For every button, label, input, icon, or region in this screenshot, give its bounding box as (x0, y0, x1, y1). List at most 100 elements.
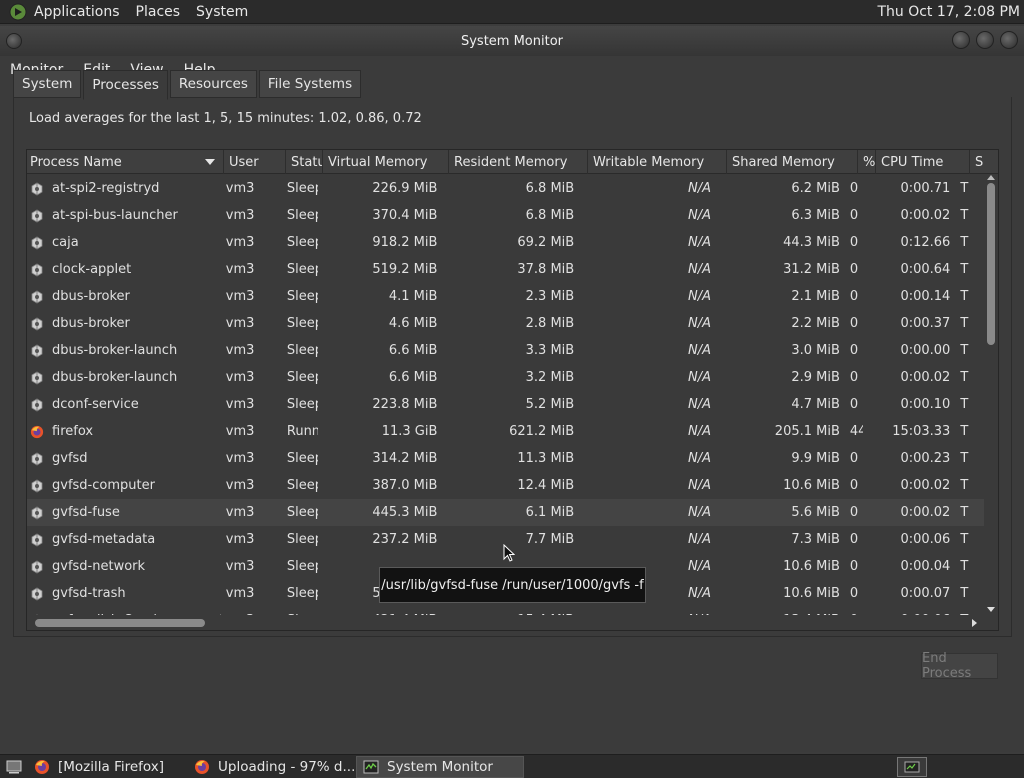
cell-started: T (960, 370, 969, 385)
tab-resources[interactable]: Resources (169, 70, 257, 98)
cell-shared-memory: 31.2 MiB (783, 262, 840, 277)
scroll-right-arrow-icon[interactable] (972, 619, 977, 627)
cell-virtual-memory: 445.3 MiB (372, 505, 438, 520)
table-row[interactable]: firefox vm3 Running 11.3 GiB 621.2 MiB N/A 205… (27, 418, 985, 445)
mate-logo-icon[interactable] (8, 2, 28, 22)
tab-processes[interactable]: Processes (83, 70, 168, 100)
cell-user: vm3 (225, 424, 255, 439)
cell-cpu-percent: 0 (849, 451, 859, 466)
table-row[interactable]: gvfsd-fuse vm3 Sleeping 445.3 MiB 6.1 MiB N/A… (27, 499, 985, 526)
process-gear-icon (31, 182, 43, 195)
cell-process-name: gvfsd-trash (27, 580, 221, 607)
cell-started: T (960, 532, 969, 547)
column-writable-memory[interactable]: Writable Memory (588, 150, 727, 174)
end-process-button[interactable]: End Process (921, 651, 998, 681)
clock[interactable]: Thu Oct 17, 2:08 PM (877, 4, 1020, 20)
minimize-button[interactable] (952, 31, 970, 49)
load-averages: Load averages for the last 1, 5, 15 minu… (29, 111, 422, 126)
vertical-scroll-thumb[interactable] (987, 183, 995, 345)
table-row[interactable]: dbus-broker-launch vm3 Sleeping 6.6 MiB 3.2 … (27, 364, 985, 391)
places-menu[interactable]: Places (136, 4, 181, 20)
table-row[interactable]: dconf-service vm3 Sleeping 223.8 MiB 5.2 MiB… (27, 391, 985, 418)
column-cpu-time[interactable]: CPU Time (876, 150, 970, 174)
taskbar-system-monitor[interactable]: System Monitor (356, 755, 524, 778)
cell-cpu-time: 0:00.10 (900, 397, 951, 412)
process-gear-icon (35, 614, 39, 615)
table-row[interactable]: dbus-broker vm3 Sleeping 4.6 MiB 2.8 MiB N/A 2… (27, 310, 985, 337)
cell-cpu-time: 0:00.02 (900, 505, 951, 520)
table-row[interactable]: dbus-broker-launch vm3 Sleeping 6.6 MiB 3.3 … (27, 337, 985, 364)
cell-writable-memory: N/A (687, 235, 711, 250)
column-status[interactable]: Status (286, 150, 323, 174)
cell-process-name: at-spi2-registryd (27, 175, 221, 202)
cell-resident-memory: 621.2 MiB (509, 424, 575, 439)
table-row[interactable]: gvfs-udisks2-volume-monitorvm3Sleeping42… (27, 607, 985, 615)
cell-started: T (960, 316, 969, 331)
cell-virtual-memory: 237.2 MiB (372, 532, 438, 547)
applications-menu[interactable]: Applications (34, 4, 120, 20)
table-row[interactable]: at-spi2-registryd vm3 Sleeping 226.9 MiB 6.8… (27, 175, 985, 202)
scroll-up-arrow-icon[interactable] (987, 175, 995, 180)
cell-status: Sleeping (286, 289, 319, 304)
cell-started: T (960, 451, 969, 466)
table-row[interactable]: gvfsd vm3 Sleeping 314.2 MiB 11.3 MiB N/A 9.9 … (27, 445, 985, 472)
taskbar-uploading[interactable]: Uploading - 97% d... (188, 756, 356, 778)
cell-status: Sleeping (286, 478, 319, 493)
cell-started: T (960, 559, 969, 574)
cell-cpu-percent: 0 (849, 262, 859, 277)
cell-process-name: gvfsd-fuse (27, 499, 221, 526)
show-desktop-button[interactable] (0, 756, 28, 778)
cell-cpu-percent: 0 (849, 208, 859, 223)
cell-shared-memory: 6.2 MiB (791, 181, 840, 196)
cell-writable-memory: N/A (687, 451, 711, 466)
cell-cpu-time: 0:00.06 (863, 607, 956, 615)
workspace-switcher[interactable] (897, 757, 927, 777)
tab-file-systems[interactable]: File Systems (258, 70, 362, 98)
column-user[interactable]: User (224, 150, 286, 174)
cell-resident-memory: 11.3 MiB (517, 451, 575, 466)
process-gear-icon (31, 533, 43, 546)
process-gear-icon (31, 290, 43, 303)
system-menu[interactable]: System (196, 4, 248, 20)
table-row[interactable]: clock-applet vm3 Sleeping 519.2 MiB 37.8 MiB… (27, 256, 985, 283)
table-row[interactable]: dbus-broker vm3 Sleeping 4.1 MiB 2.3 MiB N/A 2… (27, 283, 985, 310)
top-panel: Applications Places System Thu Oct 17, 2… (0, 0, 1024, 24)
cell-status: Sleeping (286, 208, 319, 223)
horizontal-scroll-thumb[interactable] (35, 619, 205, 627)
cell-virtual-memory: 11.3 GiB (381, 424, 438, 439)
table-row[interactable]: at-spi-bus-launcher vm3 Sleeping 370.4 MiB 6… (27, 202, 985, 229)
scroll-down-arrow-icon[interactable] (987, 607, 995, 612)
cell-resident-memory: 6.8 MiB (525, 208, 575, 223)
close-button[interactable] (1000, 31, 1018, 49)
table-row[interactable]: caja vm3 Sleeping 918.2 MiB 69.2 MiB N/A 44.3 … (27, 229, 985, 256)
titlebar[interactable]: System Monitor (0, 26, 1024, 56)
show-desktop-icon (6, 760, 22, 773)
cell-user: vm3 (225, 262, 255, 277)
column-resident-memory[interactable]: Resident Memory (449, 150, 588, 174)
horizontal-scrollbar[interactable] (27, 616, 985, 630)
window-menu-button[interactable] (6, 33, 22, 49)
cell-writable-memory: N/A (687, 370, 711, 385)
taskbar-firefox[interactable]: [Mozilla Firefox] (28, 756, 188, 778)
cell-cpu-time: 0:00.02 (900, 478, 951, 493)
column-virtual-memory[interactable]: Virtual Memory (323, 150, 449, 174)
tab-system[interactable]: System (13, 70, 82, 98)
column-shared-memory[interactable]: Shared Memory (727, 150, 858, 174)
column-started[interactable]: S (970, 150, 998, 174)
cell-cpu-time: 0:00.00 (900, 343, 951, 358)
cell-cpu-time: 0:12.66 (900, 235, 951, 250)
cell-cpu-percent: 0 (849, 289, 859, 304)
column-cpu-percent[interactable]: % (858, 150, 876, 174)
cell-cpu-percent: 0 (849, 397, 859, 412)
table-row[interactable]: gvfsd-computer vm3 Sleeping 387.0 MiB 12.4 M… (27, 472, 985, 499)
cell-resident-memory: 69.2 MiB (517, 235, 575, 250)
firefox-icon (195, 759, 209, 774)
cell-process-name: at-spi-bus-launcher (27, 202, 221, 229)
cell-writable-memory: N/A (687, 316, 711, 331)
cell-cpu-percent: 0 (849, 316, 859, 331)
vertical-scrollbar[interactable] (984, 175, 998, 618)
cell-shared-memory: 2.1 MiB (791, 289, 840, 304)
column-process-name[interactable]: Process Name (27, 150, 224, 174)
maximize-button[interactable] (976, 31, 994, 49)
cell-writable-memory: N/A (579, 607, 716, 615)
